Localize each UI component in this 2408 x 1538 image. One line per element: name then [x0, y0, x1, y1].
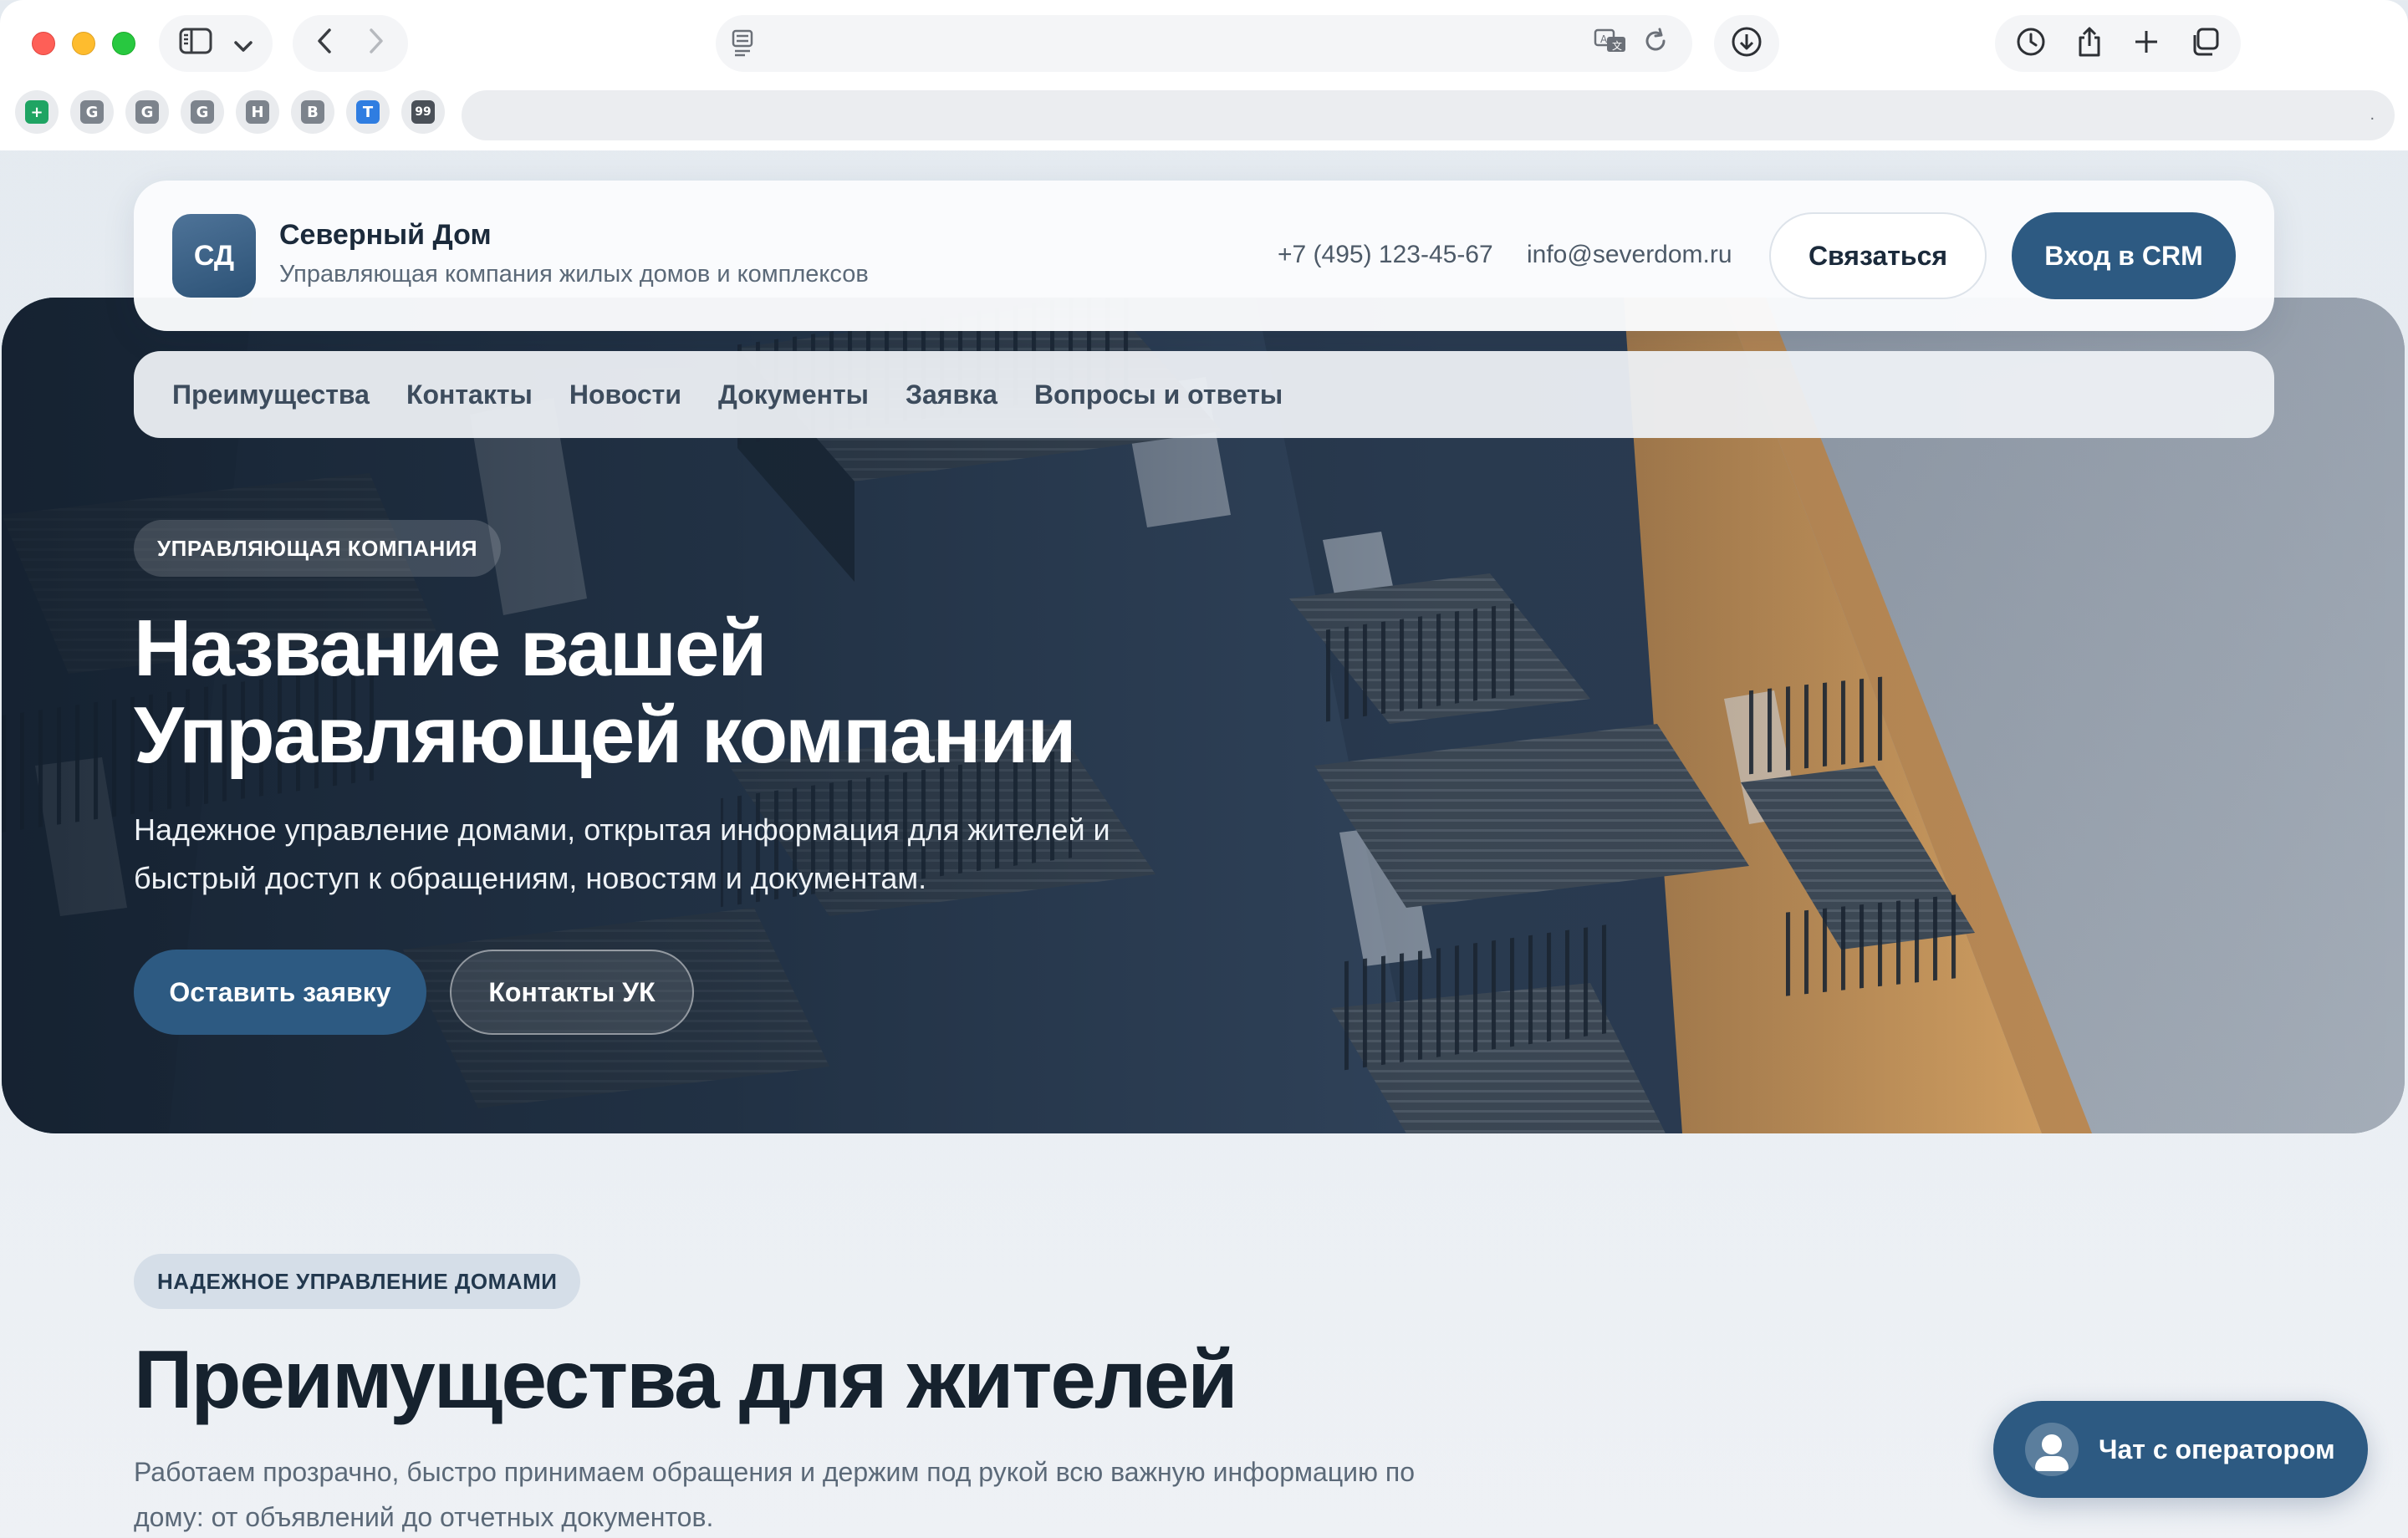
- minimize-window-button[interactable]: [72, 32, 95, 55]
- chevron-down-icon[interactable]: [234, 29, 253, 58]
- favorite-sheets[interactable]: +: [15, 90, 59, 134]
- main-nav: Преимущества Контакты Новости Документы …: [134, 351, 2274, 438]
- email-link[interactable]: info@severdom.ru: [1527, 241, 1732, 269]
- sidebar-icon[interactable]: [179, 28, 212, 59]
- sheets-icon: +: [25, 100, 48, 124]
- history-nav-group: [293, 15, 408, 72]
- nav-item-benefits[interactable]: Преимущества: [172, 379, 370, 410]
- nav-item-faq[interactable]: Вопросы и ответы: [1034, 379, 1283, 410]
- hero-badge: УПРАВЛЯЮЩАЯ КОМПАНИЯ: [134, 520, 502, 577]
- tab-overflow-icon: .: [2370, 105, 2375, 124]
- section-title: Преимущества для жителей: [134, 1333, 1238, 1425]
- download-icon: [1731, 26, 1763, 62]
- section-badge: НАДЕЖНОЕ УПРАВЛЕНИЕ ДОМАМИ: [134, 1254, 581, 1309]
- submit-request-button[interactable]: Оставить заявку: [134, 950, 426, 1035]
- hero-description: Надежное управление домами, открытая инф…: [134, 812, 1110, 895]
- close-window-button[interactable]: [32, 32, 55, 55]
- forward-arrow-icon[interactable]: [369, 28, 384, 59]
- company-logo[interactable]: СД: [172, 214, 256, 298]
- brand-name: Северный Дом: [279, 219, 492, 251]
- translate-icon[interactable]: A文: [1594, 27, 1627, 59]
- nav-item-documents[interactable]: Документы: [718, 379, 869, 410]
- favorite-g1[interactable]: G: [70, 90, 114, 134]
- contact-button[interactable]: Связаться: [1769, 212, 1987, 299]
- reader-icon[interactable]: [731, 28, 754, 61]
- svg-text:A: A: [1600, 33, 1608, 45]
- tab-strip[interactable]: .: [462, 90, 2395, 140]
- nav-item-request[interactable]: Заявка: [906, 379, 997, 410]
- browser-chrome: A文 + G G G H B T 99 .: [0, 0, 2408, 150]
- favorites-bar: + G G G H B T 99: [15, 90, 445, 134]
- chat-label: Чат с оператором: [2099, 1434, 2335, 1464]
- section-description: Работаем прозрачно, быстро принимаем обр…: [134, 1457, 1416, 1532]
- share-icon[interactable]: [2076, 26, 2103, 62]
- site-header: СД Северный Дом Управляющая компания жил…: [134, 181, 2274, 331]
- downloads-button[interactable]: [1714, 15, 1779, 72]
- favorite-g2[interactable]: G: [125, 90, 169, 134]
- chat-operator-button[interactable]: Чат с оператором: [1993, 1401, 2368, 1498]
- crm-login-button[interactable]: Вход в CRM: [2012, 212, 2236, 299]
- hero-title: Название вашей Управляющей компании: [134, 605, 1304, 779]
- history-icon[interactable]: [2016, 27, 2046, 61]
- brand-subtitle: Управляющая компания жилых домов и компл…: [279, 261, 869, 288]
- favorite-99[interactable]: 99: [401, 90, 445, 134]
- svg-text:文: 文: [1612, 39, 1622, 52]
- window-controls: [32, 32, 135, 55]
- operator-avatar-icon: [2025, 1423, 2079, 1476]
- back-arrow-icon[interactable]: [317, 28, 332, 59]
- tabs-overview-icon[interactable]: [2190, 27, 2220, 61]
- favorite-g3[interactable]: G: [181, 90, 224, 134]
- reload-icon[interactable]: [1642, 27, 1669, 59]
- uk-contacts-button[interactable]: Контакты УК: [450, 950, 694, 1035]
- phone-link[interactable]: +7 (495) 123-45-67: [1278, 241, 1493, 269]
- favorite-h[interactable]: H: [236, 90, 279, 134]
- sidebar-toggle-group: [159, 15, 273, 72]
- toolbar-actions: [1995, 15, 2241, 72]
- tool-icon: T: [356, 100, 380, 124]
- hero-title-line2: Управляющей компании: [134, 690, 1076, 780]
- favorite-b[interactable]: B: [291, 90, 334, 134]
- address-bar[interactable]: A文: [716, 15, 1692, 72]
- hero-title-line1: Название вашей: [134, 603, 767, 693]
- zoom-window-button[interactable]: [112, 32, 135, 55]
- nav-item-contacts[interactable]: Контакты: [406, 379, 533, 410]
- favorite-tool[interactable]: T: [346, 90, 390, 134]
- nav-item-news[interactable]: Новости: [569, 379, 681, 410]
- plus-icon[interactable]: [2133, 28, 2160, 59]
